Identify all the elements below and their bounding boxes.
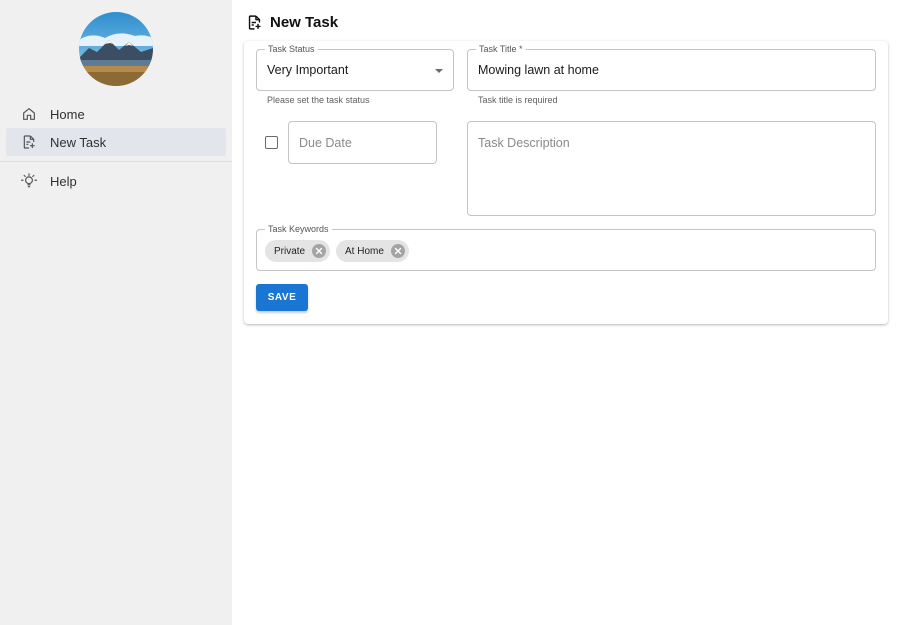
chip-delete-icon[interactable]: [390, 244, 405, 258]
sidebar-item-label: Home: [50, 106, 85, 122]
sidebar-item-label: Help: [50, 173, 77, 189]
avatar: [79, 12, 153, 86]
due-date-placeholder: Due Date: [299, 135, 352, 150]
task-status-value: Very Important: [267, 63, 349, 77]
task-keywords-input[interactable]: Task Keywords Private At Home: [256, 223, 876, 271]
lightbulb-icon: [20, 172, 38, 190]
task-keywords-label: Task Keywords: [265, 223, 332, 235]
sidebar-item-home[interactable]: Home: [6, 100, 226, 128]
keyword-chip[interactable]: Private: [265, 240, 331, 262]
note-add-icon: [20, 133, 38, 151]
keyword-chip[interactable]: At Home: [336, 240, 409, 262]
sidebar: Home New Task Help: [0, 0, 232, 625]
new-task-form: Task Status Very Important Please set th…: [244, 41, 888, 324]
sidebar-nav: Home New Task Help: [0, 100, 232, 195]
sidebar-item-help[interactable]: Help: [6, 167, 226, 195]
keyword-chip-label: At Home: [345, 245, 384, 257]
page-title: New Task: [246, 12, 338, 32]
chip-delete-icon[interactable]: [312, 244, 327, 258]
task-title-input[interactable]: Task Title * Mowing lawn at home: [467, 43, 876, 91]
sidebar-item-label: New Task: [50, 134, 107, 150]
note-add-icon: [246, 13, 264, 31]
task-title-helper: Task title is required: [478, 95, 558, 105]
task-title-value: Mowing lawn at home: [478, 63, 599, 77]
sidebar-item-new-task[interactable]: New Task: [6, 128, 226, 156]
task-description-input[interactable]: Task Description: [467, 121, 876, 216]
dropdown-arrow-icon[interactable]: [435, 69, 443, 73]
keyword-chip-label: Private: [274, 245, 306, 257]
task-status-helper: Please set the task status: [267, 95, 370, 105]
task-status-select[interactable]: Task Status Very Important: [256, 43, 454, 91]
due-date-checkbox[interactable]: [265, 136, 278, 149]
due-date-input[interactable]: Due Date: [288, 121, 437, 164]
page-title-text: New Task: [270, 13, 339, 31]
task-description-placeholder: Task Description: [478, 136, 570, 150]
home-icon: [20, 105, 38, 123]
save-button[interactable]: SAVE: [256, 284, 308, 311]
sidebar-divider: [0, 161, 232, 162]
